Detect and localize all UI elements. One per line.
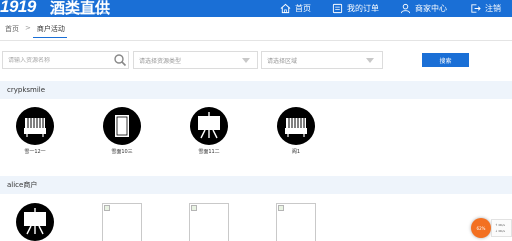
speed-panel: ↑ 0K/s ↓ 0K/s [491, 219, 512, 237]
easel-board-icon [24, 208, 46, 235]
chevron-down-icon[interactable] [242, 58, 250, 63]
logo-number[interactable]: 1919 [0, 0, 36, 17]
nav-orders-label: 我的订单 [347, 4, 379, 13]
nav-orders[interactable]: 我的订单 [332, 0, 379, 17]
broken-image-icon [278, 205, 284, 211]
breadcrumb-divider [0, 40, 512, 41]
breadcrumb-home[interactable]: 首页 [5, 24, 19, 34]
resource-thumbnail-broken[interactable] [102, 203, 142, 241]
resource-label: 雪面11二 [198, 149, 220, 155]
resource-card[interactable] [15, 203, 55, 241]
nav-merchant-center[interactable]: 商家中心 [400, 0, 447, 17]
resource-card[interactable]: 阁1 [276, 107, 316, 155]
resource-label: 雪一12一 [24, 149, 46, 155]
chevron-down-icon[interactable] [366, 58, 374, 63]
resource-thumbnail-broken[interactable] [276, 203, 316, 241]
resource-thumbnail[interactable] [190, 107, 228, 145]
easel-board-icon [198, 112, 220, 139]
resource-label: 阁1 [291, 149, 301, 155]
region-select[interactable]: 请选择区域 [261, 51, 383, 69]
resource-card[interactable]: 雪面10三 [102, 107, 142, 155]
resource-thumbnail[interactable] [277, 107, 315, 145]
resource-name-field[interactable] [2, 51, 129, 69]
top-header: 1919 酒类直供 首页 我的订单 商家中心 注销 [0, 0, 512, 17]
section-header: alice商户 [0, 176, 512, 194]
resource-thumbnail[interactable] [103, 107, 141, 145]
resource-type-select[interactable]: 请选择资源类型 [133, 51, 258, 69]
nav-logout-label: 注销 [485, 4, 501, 13]
resource-thumbnail-broken[interactable] [189, 203, 229, 241]
broken-image-icon [104, 205, 110, 211]
resource-thumbnail[interactable] [16, 107, 54, 145]
resource-card[interactable]: 雪面11二 [189, 107, 229, 155]
breadcrumb: 首页 > 商户活动 [5, 24, 65, 34]
logo-text[interactable]: 酒类直供 [50, 0, 110, 17]
logout-icon [471, 4, 481, 13]
door-panel-icon [115, 115, 129, 137]
order-icon [332, 3, 343, 14]
resource-name-input[interactable] [8, 56, 123, 64]
resource-thumbnail[interactable] [16, 203, 54, 241]
breadcrumb-separator: > [25, 24, 31, 32]
breadcrumb-current: 商户活动 [36, 25, 65, 33]
crowd-stand-icon [24, 118, 46, 137]
breadcrumb-active-underline [33, 37, 67, 38]
resource-card[interactable]: 雪一12一 [15, 107, 55, 155]
search-icon[interactable] [113, 53, 127, 67]
nav-home[interactable]: 首页 [280, 0, 311, 17]
home-icon [280, 3, 291, 14]
nav-merchant-label: 商家中心 [415, 4, 447, 13]
nav-logout[interactable]: 注销 [470, 0, 501, 17]
resource-label: 雪面10三 [111, 149, 133, 155]
logo-subline [50, 12, 110, 14]
crowd-stand-icon [285, 118, 307, 137]
section-header: crypksmile [0, 81, 512, 99]
speed-badge[interactable]: 62% [471, 218, 491, 238]
region-placeholder: 请选择区域 [267, 57, 298, 65]
download-speed: ↓ 0K/s [495, 229, 505, 233]
resource-type-placeholder: 请选择资源类型 [139, 57, 182, 65]
user-icon [400, 3, 411, 14]
broken-image-icon [191, 205, 197, 211]
nav-home-label: 首页 [295, 4, 311, 13]
search-button[interactable]: 搜索 [422, 53, 469, 67]
